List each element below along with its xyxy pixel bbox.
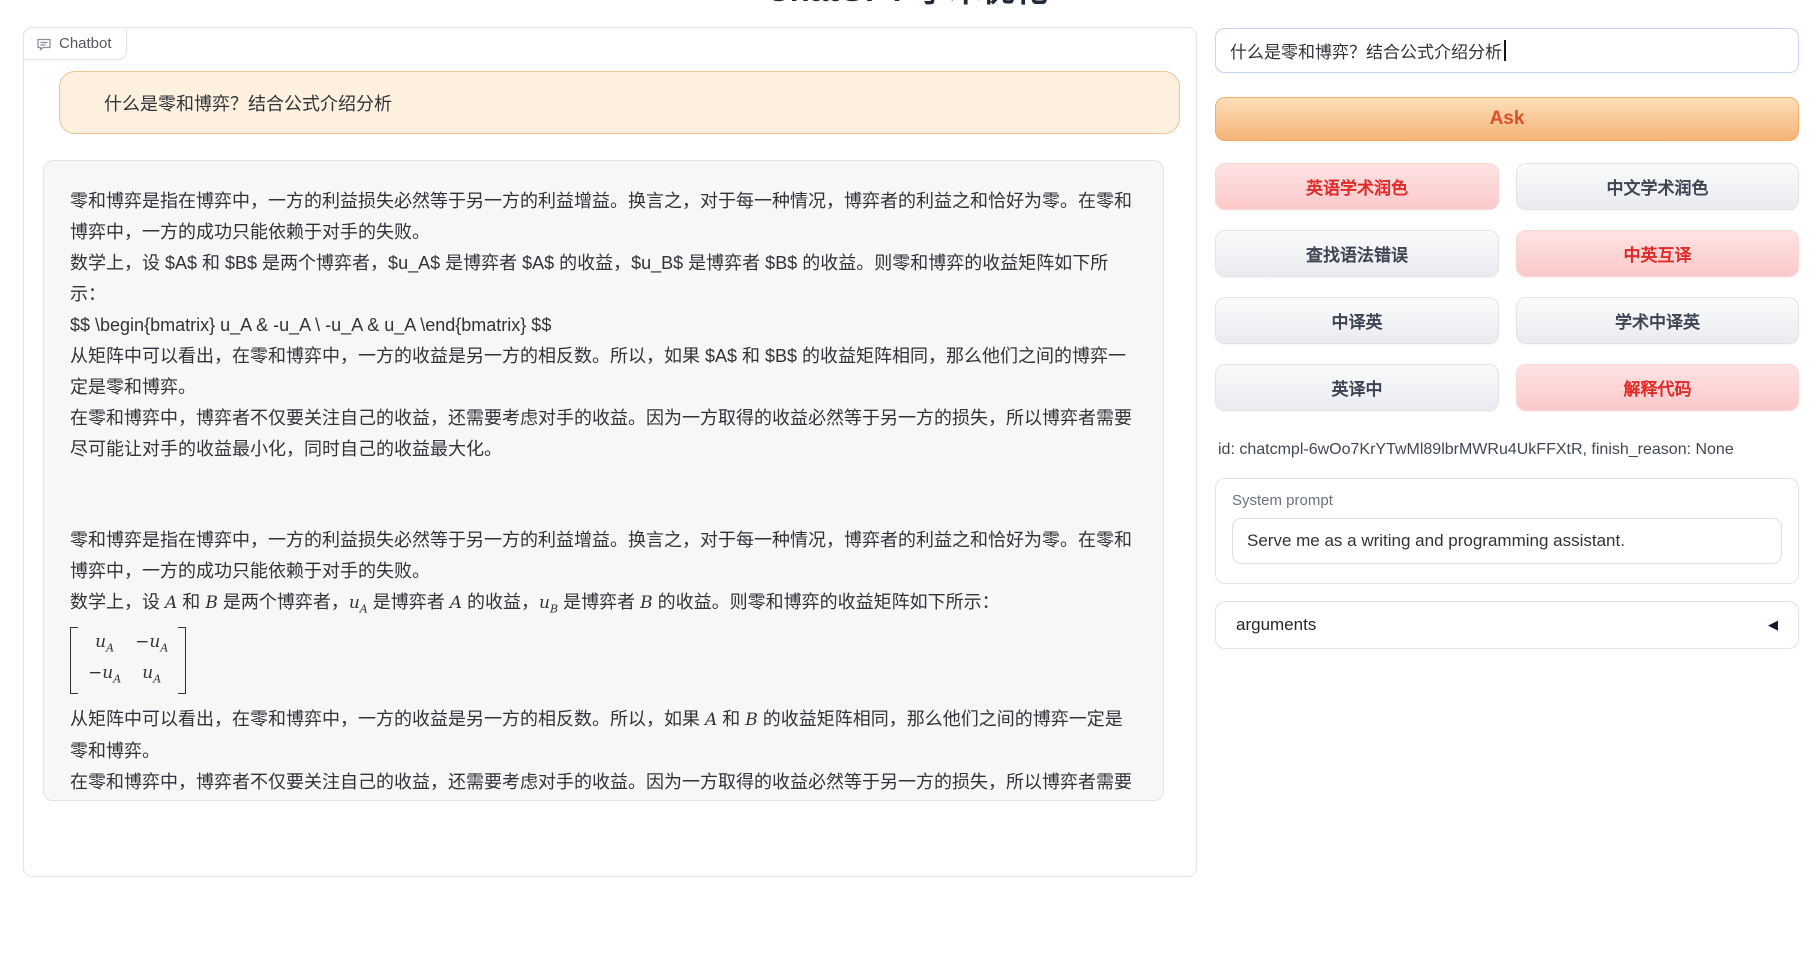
system-prompt-label: System prompt [1232, 492, 1782, 509]
ask-button[interactable]: Ask [1215, 97, 1799, 141]
button-academic-zh-to-en[interactable]: 学术中译英 [1516, 297, 1799, 344]
bot-paragraph: 从矩阵中可以看出，在零和博弈中，一方的收益是另一方的相反数。所以，如果 $A$ … [70, 341, 1137, 403]
accordion-collapse-icon[interactable]: ◀ [1768, 617, 1778, 633]
bot-paragraph: 在零和博弈中，博弈者不仅要关注自己的收益，还需要考虑对手的收益。因为一方取得的收… [70, 403, 1137, 465]
button-chinese-academic-polish[interactable]: 中文学术润色 [1516, 163, 1799, 210]
page-title-clipped: ChatGPT 学术优化 [0, 0, 1814, 12]
chatbot-label-text: Chatbot [59, 35, 112, 52]
bot-message-raw-block: 零和博弈是指在博弈中，一方的利益损失必然等于另一方的利益增益。换言之，对于每一种… [70, 186, 1137, 465]
chat-bubble-icon [36, 36, 52, 52]
text-cursor [1504, 40, 1506, 61]
bot-paragraph-latex-source: $$ \begin{bmatrix} u_A & -u_A \ -u_A & u… [70, 310, 1137, 341]
matrix-cell: uA [88, 630, 121, 660]
matrix-cell: −uA [135, 630, 168, 660]
chatbot-label: Chatbot [23, 27, 127, 60]
bot-paragraph: 零和博弈是指在博弈中，一方的利益损失必然等于另一方的利益增益。换言之，对于每一种… [70, 525, 1137, 587]
completion-status-line: id: chatcmpl-6wOo7KrYTwMl89lbrMWRu4UkFFX… [1218, 441, 1734, 459]
button-explain-code[interactable]: 解释代码 [1516, 364, 1799, 411]
matrix-left-bracket [70, 627, 78, 694]
bot-paragraph: 数学上，设 $A$ 和 $B$ 是两个博弈者，$u_A$ 是博弈者 $A$ 的收… [70, 248, 1137, 310]
button-en-to-zh[interactable]: 英译中 [1215, 364, 1499, 411]
question-input-value: 什么是零和博弈？结合公式介绍分析 [1230, 38, 1502, 63]
button-zh-to-en[interactable]: 中译英 [1215, 297, 1499, 344]
app-window: ChatGPT 学术优化 Chatbot 什么是零和博弈？结合公式介绍分析 零和… [0, 0, 1814, 961]
user-message: 什么是零和博弈？结合公式介绍分析 [59, 71, 1180, 134]
button-english-academic-polish[interactable]: 英语学术润色 [1215, 163, 1499, 210]
chatbot-panel: Chatbot 什么是零和博弈？结合公式介绍分析 零和博弈是指在博弈中，一方的利… [23, 27, 1197, 877]
button-zh-en-mutual-translate[interactable]: 中英互译 [1516, 230, 1799, 277]
user-message-text: 什么是零和博弈？结合公式介绍分析 [104, 90, 392, 116]
question-input[interactable]: 什么是零和博弈？结合公式介绍分析 [1215, 28, 1799, 73]
bot-paragraph: 零和博弈是指在博弈中，一方的利益损失必然等于另一方的利益增益。换言之，对于每一种… [70, 186, 1137, 248]
bot-message-rendered-block: 零和博弈是指在博弈中，一方的利益损失必然等于另一方的利益增益。换言之，对于每一种… [70, 525, 1137, 801]
payoff-matrix: uA −uA −uA uA [70, 627, 186, 694]
system-prompt-group: System prompt Serve me as a writing and … [1215, 478, 1799, 584]
matrix-cell: uA [135, 661, 168, 691]
bot-paragraph-math: 数学上，设 A 和 B 是两个博弈者，uA 是博弈者 A 的收益，uB 是博弈者… [70, 587, 1137, 624]
system-prompt-input[interactable]: Serve me as a writing and programming as… [1232, 518, 1782, 564]
matrix-right-bracket [178, 627, 186, 694]
bot-message: 零和博弈是指在博弈中，一方的利益损失必然等于另一方的利益增益。换言之，对于每一种… [43, 160, 1164, 801]
bot-paragraph: 在零和博弈中，博弈者不仅要关注自己的收益，还需要考虑对手的收益。因为一方取得的收… [70, 767, 1137, 801]
page-title: ChatGPT 学术优化 [0, 0, 1814, 10]
system-prompt-value: Serve me as a writing and programming as… [1247, 531, 1625, 551]
matrix-cell: −uA [88, 661, 121, 691]
arguments-accordion[interactable]: arguments ◀ [1215, 601, 1799, 649]
arguments-accordion-label: arguments [1236, 615, 1316, 635]
button-find-grammar-errors[interactable]: 查找语法错误 [1215, 230, 1499, 277]
bot-paragraph-math: 从矩阵中可以看出，在零和博弈中，一方的收益是另一方的相反数。所以，如果 A 和 … [70, 704, 1137, 767]
